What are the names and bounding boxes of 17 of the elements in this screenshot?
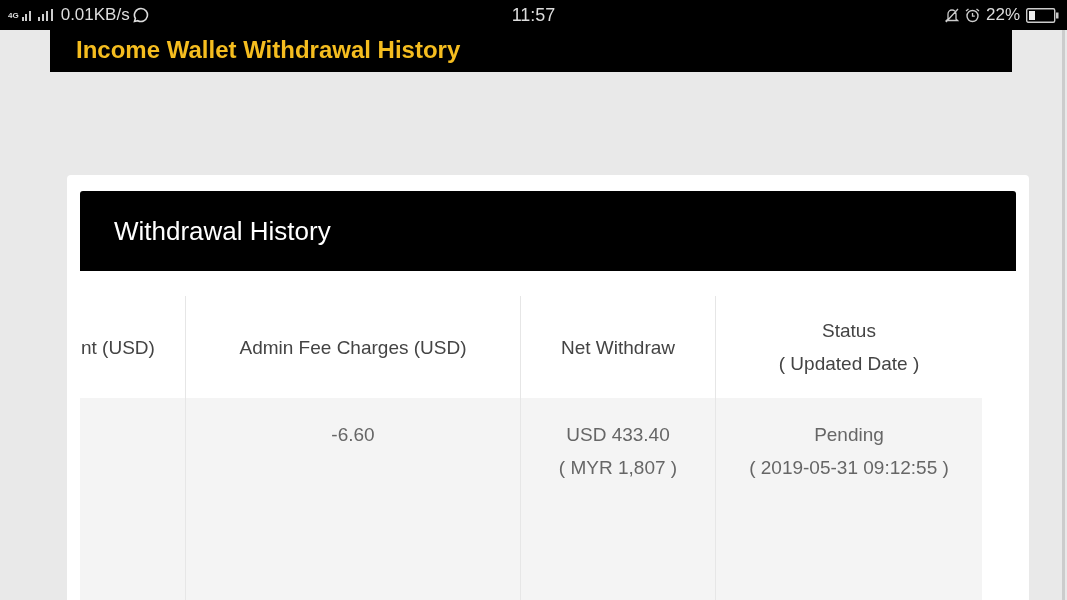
bell-off-icon — [944, 7, 959, 23]
table-cell-text: USD 433.40 ( MYR 1,807 ) — [558, 423, 678, 480]
clock-time: 11:57 — [511, 4, 556, 26]
column-header: nt (USD) — [81, 335, 155, 360]
page-title: Income Wallet Withdrawal History — [76, 36, 461, 64]
alarm-clock-icon — [964, 7, 980, 23]
column-header: Status ( Updated Date ) — [778, 319, 920, 376]
battery-icon — [1026, 7, 1059, 23]
network-speed: 0.01KB/s — [60, 5, 130, 25]
network-type: 4G — [8, 10, 19, 20]
column-header: Net Withdraw — [561, 335, 675, 360]
battery-percent: 22% — [985, 5, 1020, 25]
card-title: Withdrawal History — [114, 215, 331, 247]
chat-icon — [132, 7, 149, 23]
table-cell-text: Pending ( 2019-05-31 09:12:55 ) — [749, 423, 949, 480]
table-cell-text: -6.60 — [331, 423, 375, 447]
column-header: Admin Fee Charges (USD) — [239, 335, 467, 360]
